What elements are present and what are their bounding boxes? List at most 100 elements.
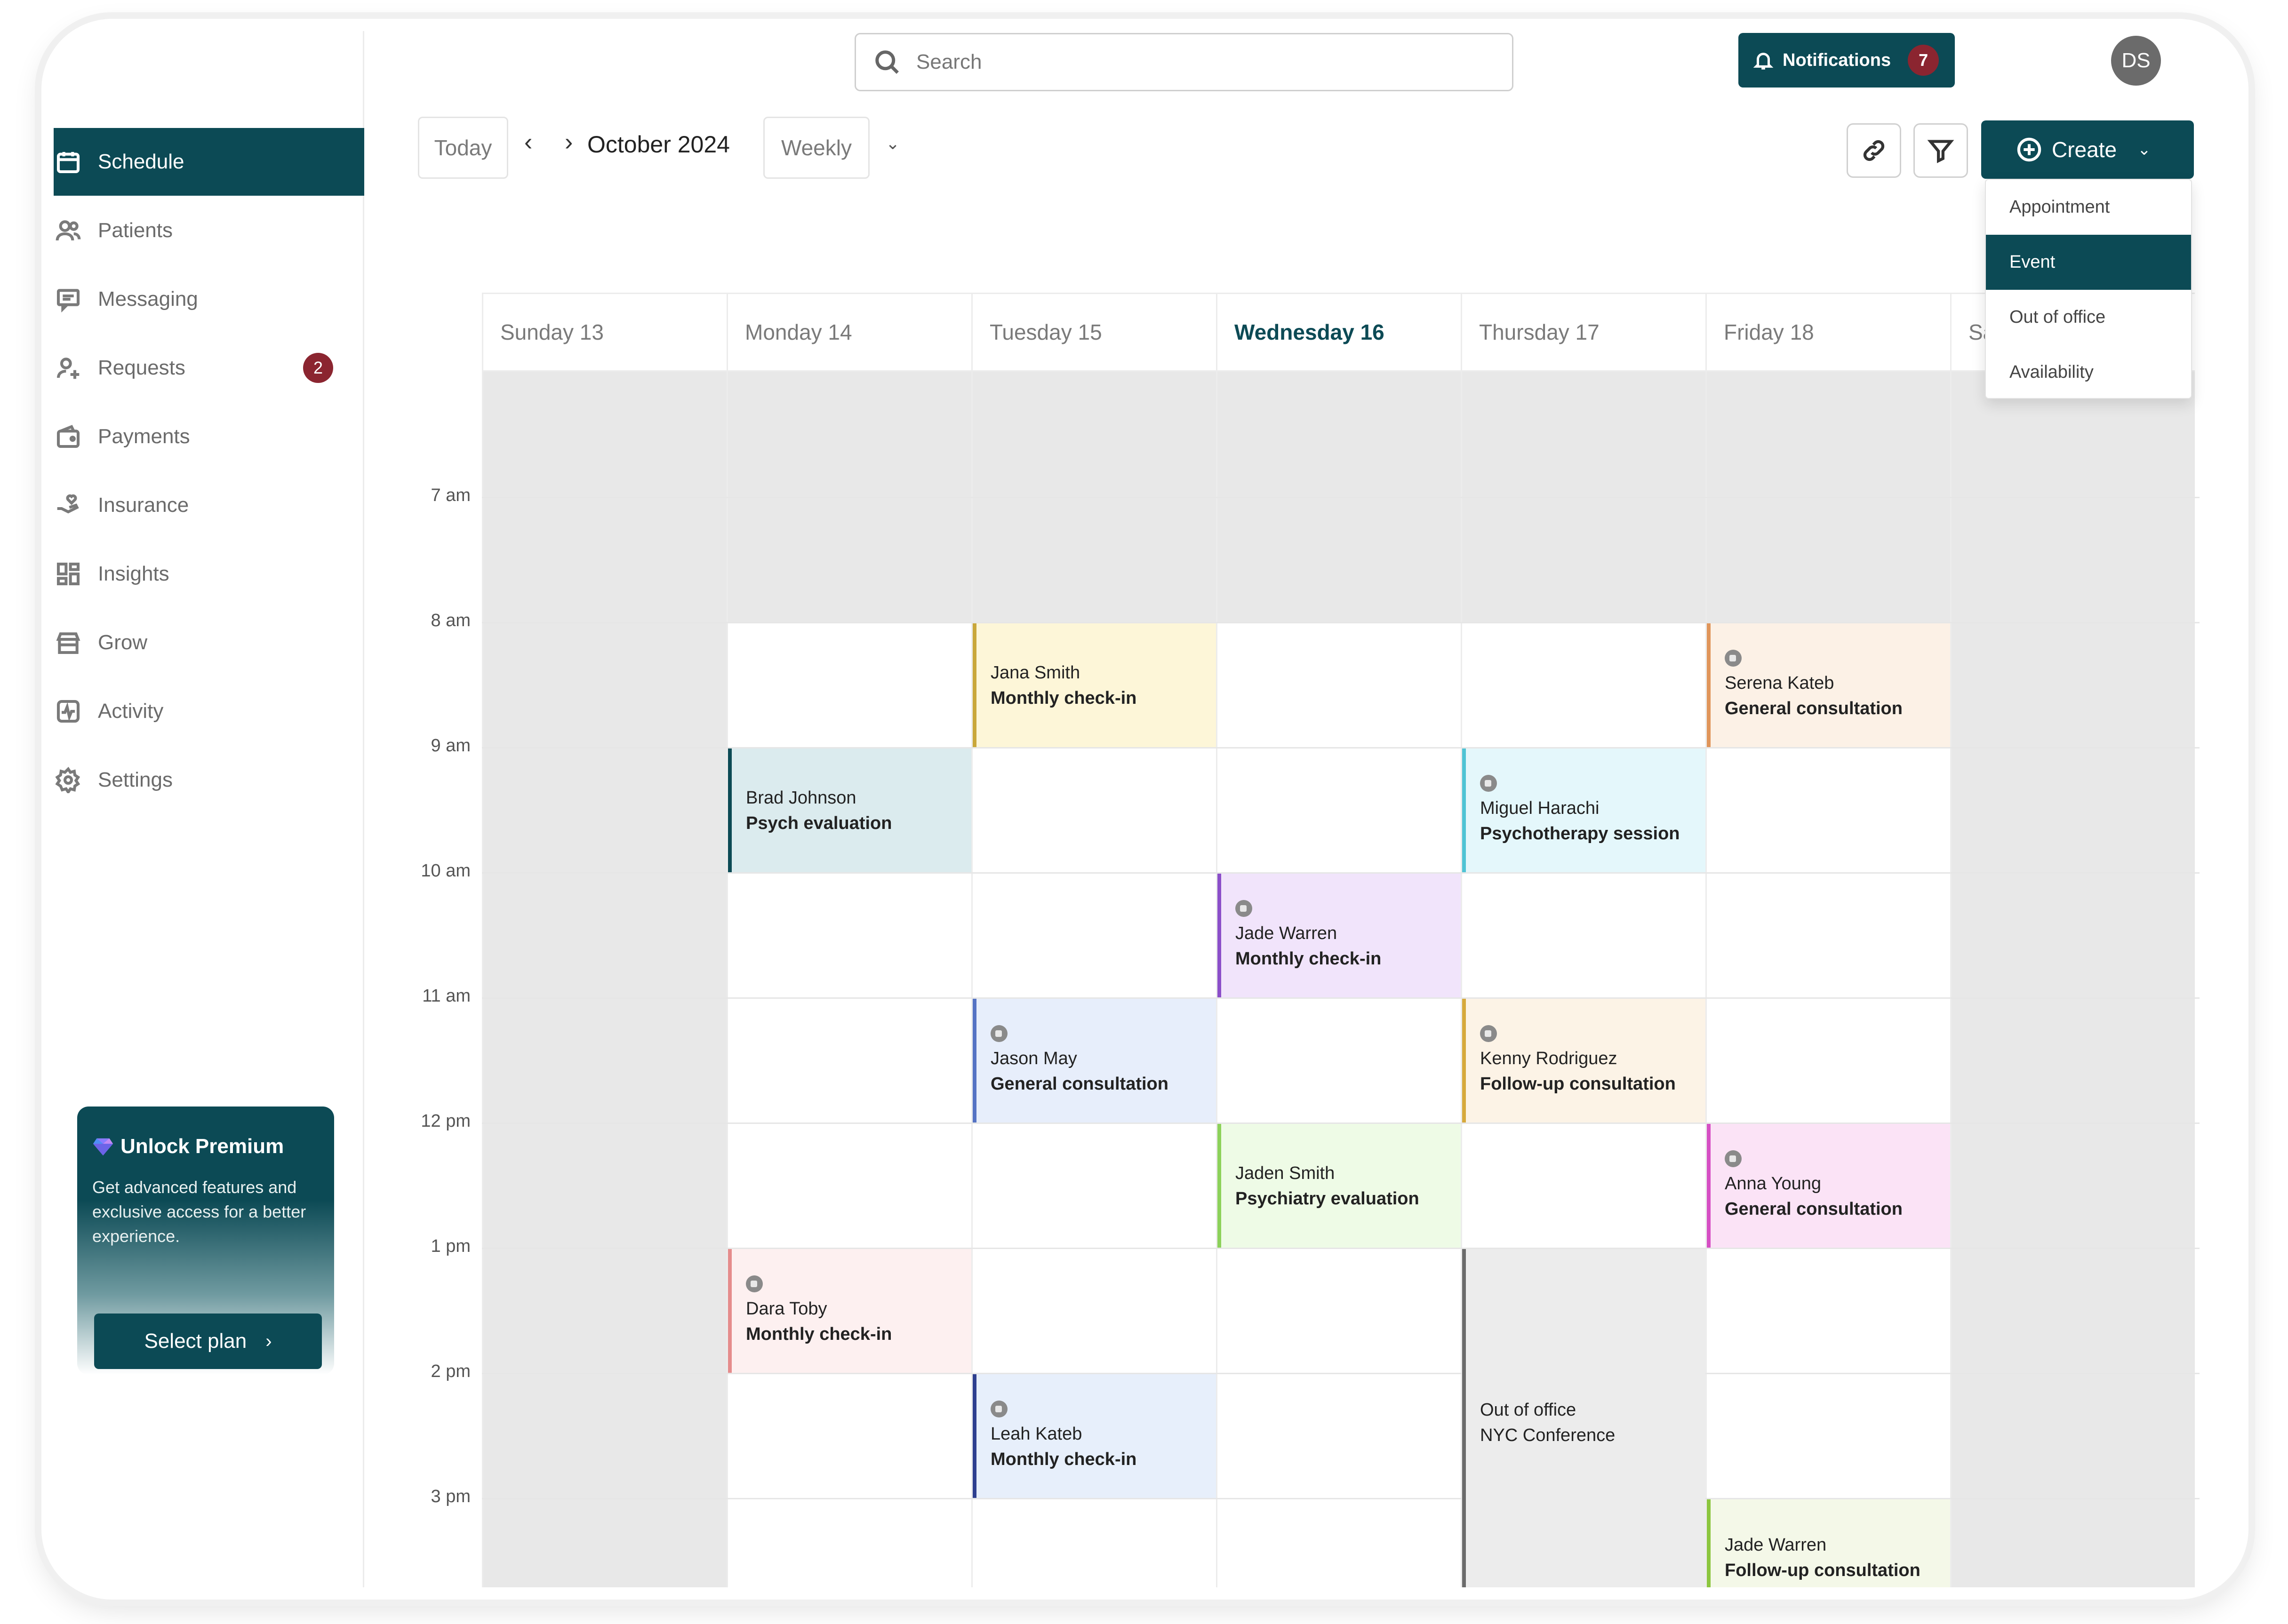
hand-heart-icon bbox=[54, 491, 83, 520]
video-icon bbox=[1480, 1025, 1497, 1042]
premium-title: Unlock Premium bbox=[120, 1135, 284, 1158]
appointment-card[interactable]: Leah Kateb Monthly check-in bbox=[973, 1374, 1216, 1498]
sidebar-item-schedule[interactable]: Schedule bbox=[54, 128, 364, 196]
create-menu-item-availability[interactable]: Availability bbox=[1986, 345, 2191, 400]
filter-button[interactable] bbox=[1913, 123, 1968, 178]
appointment-card[interactable]: Brad Johnson Psych evaluation bbox=[728, 748, 971, 872]
sidebar: Schedule Patients Messaging Requests 2 Paymen… bbox=[54, 31, 364, 1587]
chevron-down-icon[interactable]: ⌄ bbox=[886, 134, 900, 153]
appointment-card[interactable]: Jade Warren Monthly check-in bbox=[1217, 874, 1461, 997]
notifications-button[interactable]: Notifications 7 bbox=[1738, 33, 1955, 88]
day-column[interactable] bbox=[482, 372, 727, 1587]
day-header[interactable]: Wednesday 16 bbox=[1216, 293, 1461, 372]
sidebar-item-requests[interactable]: Requests 2 bbox=[54, 334, 364, 402]
chevron-left-icon[interactable]: ‹ bbox=[524, 128, 532, 156]
sidebar-item-insights[interactable]: Insights bbox=[54, 540, 364, 608]
sidebar-item-label: Patients bbox=[98, 219, 173, 242]
dashboard-icon bbox=[54, 559, 83, 589]
day-column[interactable] bbox=[1705, 372, 1950, 1587]
sidebar-item-activity[interactable]: Activity bbox=[54, 677, 364, 745]
appointment-card[interactable]: Dara Toby Monthly check-in bbox=[728, 1249, 971, 1373]
chevron-right-icon[interactable]: › bbox=[565, 128, 573, 156]
appointment-type: General consultation bbox=[1725, 698, 1903, 718]
appointment-type: General consultation bbox=[1725, 1199, 1903, 1219]
search-input[interactable]: Search bbox=[855, 33, 1513, 91]
select-plan-label: Select plan bbox=[144, 1329, 247, 1353]
time-label: 1 pm bbox=[431, 1236, 471, 1256]
appointment-card[interactable]: Anna Young General consultation bbox=[1707, 1124, 1950, 1248]
day-header[interactable]: Thursday 17 bbox=[1461, 293, 1705, 372]
create-menu-item-appointment[interactable]: Appointment bbox=[1986, 180, 2191, 235]
appointment-patient: Jana Smith bbox=[991, 662, 1080, 683]
gear-icon bbox=[54, 765, 83, 795]
appointment-patient: Miguel Harachi bbox=[1480, 798, 1600, 818]
time-label: 2 pm bbox=[431, 1361, 471, 1381]
appointment-patient: Kenny Rodriguez bbox=[1480, 1048, 1617, 1068]
appointment-patient: Leah Kateb bbox=[991, 1424, 1082, 1444]
appointment-card[interactable]: Jason May General consultation bbox=[973, 999, 1216, 1122]
appointment-patient: Dara Toby bbox=[746, 1298, 827, 1319]
day-header[interactable]: Tuesday 15 bbox=[971, 293, 1216, 372]
premium-card: Unlock Premium Get advanced features and… bbox=[77, 1107, 334, 1375]
sidebar-item-label: Messaging bbox=[98, 287, 198, 310]
bell-icon bbox=[1753, 53, 1774, 70]
appointment-card[interactable]: Kenny Rodriguez Follow-up consultation bbox=[1462, 999, 1705, 1122]
sidebar-item-patients[interactable]: Patients bbox=[54, 197, 364, 264]
search-placeholder: Search bbox=[916, 50, 982, 73]
sidebar-item-label: Payments bbox=[98, 425, 190, 448]
appointment-card[interactable]: Miguel Harachi Psychotherapy session bbox=[1462, 748, 1705, 872]
sidebar-item-settings[interactable]: Settings bbox=[54, 746, 364, 814]
sidebar-item-label: Insurance bbox=[98, 494, 189, 517]
day-header[interactable]: Sunday 13 bbox=[482, 293, 727, 372]
appointment-card[interactable]: Jana Smith Monthly check-in bbox=[973, 623, 1216, 747]
calendar-grid: Jana Smith Monthly check-in Serena Kateb Ge… bbox=[482, 372, 2200, 1587]
video-icon bbox=[991, 1400, 1008, 1417]
time-label: 12 pm bbox=[421, 1111, 471, 1131]
day-column[interactable] bbox=[1950, 372, 2195, 1587]
wallet-icon bbox=[54, 422, 83, 451]
appointment-type: Psychiatry evaluation bbox=[1235, 1188, 1419, 1209]
appointment-card[interactable]: Serena Kateb General consultation bbox=[1707, 623, 1950, 747]
today-button[interactable]: Today bbox=[418, 117, 508, 179]
chevron-right-icon: › bbox=[265, 1330, 272, 1352]
create-menu-item-event[interactable]: Event bbox=[1986, 235, 2191, 290]
sidebar-item-label: Insights bbox=[98, 562, 169, 585]
sidebar-item-payments[interactable]: Payments bbox=[54, 403, 364, 470]
hour-line bbox=[482, 997, 2200, 999]
appointment-type: Monthly check-in bbox=[991, 688, 1137, 708]
notifications-label: Notifications bbox=[1783, 50, 1891, 70]
day-column[interactable] bbox=[727, 372, 971, 1587]
link-button[interactable] bbox=[1847, 123, 1901, 178]
app-screen: Schedule Patients Messaging Requests 2 Paymen… bbox=[54, 31, 2236, 1587]
hour-line bbox=[482, 1373, 2200, 1374]
search-icon bbox=[875, 50, 899, 74]
hour-line bbox=[482, 497, 2200, 498]
avatar[interactable]: DS bbox=[2111, 36, 2161, 86]
day-header[interactable]: Monday 14 bbox=[727, 293, 971, 372]
appointment-type: General consultation bbox=[991, 1074, 1168, 1094]
video-icon bbox=[1725, 649, 1742, 667]
create-label: Create bbox=[2052, 137, 2117, 162]
video-icon bbox=[746, 1275, 763, 1292]
view-select[interactable]: Weekly bbox=[763, 117, 870, 179]
sidebar-item-label: Activity bbox=[98, 700, 164, 723]
day-header[interactable]: Friday 18 bbox=[1705, 293, 1950, 372]
appointment-card[interactable]: Jaden Smith Psychiatry evaluation bbox=[1217, 1124, 1461, 1248]
appointment-type: Psych evaluation bbox=[746, 813, 892, 833]
create-button[interactable]: Create ⌄ bbox=[1981, 120, 2194, 179]
appointment-patient: Brad Johnson bbox=[746, 788, 856, 808]
sidebar-item-grow[interactable]: Grow bbox=[54, 609, 364, 677]
video-icon bbox=[1725, 1150, 1742, 1167]
appointment-patient: Jade Warren bbox=[1235, 923, 1337, 943]
calendar-header: Sunday 13 Monday 14 Tuesday 15 Wednesday 16… bbox=[482, 293, 2195, 372]
device-frame: Schedule Patients Messaging Requests 2 Paymen… bbox=[41, 19, 2248, 1600]
out-of-office-block[interactable]: Out of office NYC Conference bbox=[1462, 1249, 1705, 1587]
create-menu-item-out-of-office[interactable]: Out of office bbox=[1986, 290, 2191, 345]
sidebar-item-label: Grow bbox=[98, 631, 148, 654]
select-plan-button[interactable]: Select plan › bbox=[94, 1314, 322, 1369]
message-icon bbox=[54, 285, 83, 314]
sidebar-item-messaging[interactable]: Messaging bbox=[54, 265, 364, 333]
sidebar-item-insurance[interactable]: Insurance bbox=[54, 471, 364, 539]
appointment-card[interactable]: Jade Warren Follow-up consultation bbox=[1707, 1499, 1950, 1587]
time-label: 9 am bbox=[431, 736, 471, 756]
